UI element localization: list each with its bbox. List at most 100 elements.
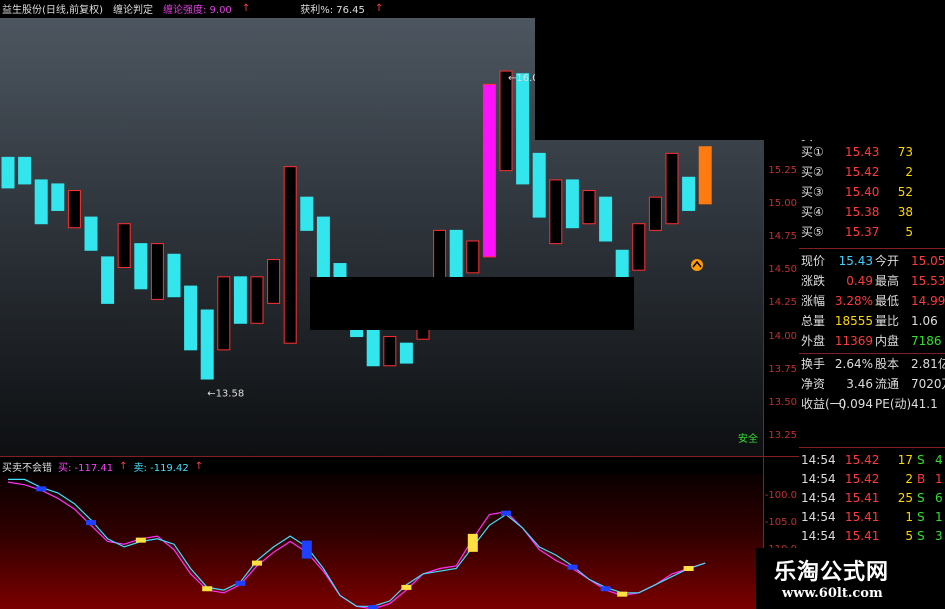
- stock-title[interactable]: 益生股份(日线,前复权): [2, 1, 103, 16]
- up-arrow-icon: ↑: [241, 3, 251, 14]
- candle-down[interactable]: [565, 179, 579, 229]
- candle-down[interactable]: [532, 152, 546, 218]
- candle-down[interactable]: [682, 176, 696, 211]
- stat-row: 涨跌 0.49 最高 15.53: [799, 271, 945, 291]
- candle-up[interactable]: [383, 336, 397, 367]
- trade-row[interactable]: 14:54 15.41 5 S 3: [799, 527, 945, 546]
- candle-up[interactable]: [67, 190, 81, 229]
- signal-block[interactable]: [202, 586, 213, 592]
- candle-down[interactable]: [233, 276, 247, 324]
- indicator-svg[interactable]: [0, 474, 763, 609]
- signal-block[interactable]: [467, 533, 478, 552]
- signal-block[interactable]: [36, 486, 47, 492]
- candle-up[interactable]: [632, 223, 646, 271]
- candle-up[interactable]: [267, 259, 281, 304]
- candle-up[interactable]: [466, 240, 480, 274]
- candle-down[interactable]: [34, 179, 48, 225]
- candle-down[interactable]: [200, 309, 214, 380]
- trade-side: B: [917, 472, 926, 486]
- signal-block[interactable]: [86, 520, 96, 526]
- stat-row: 总量 18555 量比 1.06: [799, 311, 945, 331]
- candle-down[interactable]: [300, 196, 314, 231]
- candle-up[interactable]: [217, 276, 231, 351]
- stat-label: 总量: [801, 314, 826, 328]
- indicator-chart[interactable]: [0, 474, 763, 609]
- stat-row: 净资 3.46流通 7020万: [799, 374, 945, 394]
- trade-row[interactable]: 14:54 15.41 1 S 1: [799, 508, 945, 527]
- stat-value: 14.99: [911, 294, 945, 308]
- signal-block[interactable]: [235, 580, 246, 586]
- price-tick: 14.50: [768, 264, 797, 276]
- stat-value: 7020万: [911, 377, 945, 391]
- candle-up[interactable]: [549, 179, 563, 245]
- signal-block[interactable]: [617, 591, 628, 597]
- trade-extra: 1: [935, 472, 943, 486]
- signal-block[interactable]: [567, 564, 578, 570]
- trade-price: 15.41: [845, 529, 880, 543]
- candle-down[interactable]: [18, 156, 32, 185]
- trade-extra: 3: [935, 529, 943, 543]
- trade-time: 14:54: [801, 529, 836, 543]
- low-label: ←13.58: [207, 388, 244, 399]
- candle-down[interactable]: [399, 342, 413, 364]
- stat-row: 现价 15.43 今开 15.05: [799, 251, 945, 271]
- bid-volume: 2: [905, 165, 913, 179]
- candle-down[interactable]: [84, 216, 98, 251]
- candle-up[interactable]: [482, 83, 496, 258]
- bid-row[interactable]: 买② 15.42 2: [799, 162, 945, 182]
- candle-down[interactable]: [51, 183, 65, 211]
- bid-label: 买①: [801, 145, 824, 159]
- bid-label: 买⑤: [801, 225, 824, 239]
- signal-block[interactable]: [135, 537, 146, 543]
- candle-down[interactable]: [184, 285, 198, 351]
- signal-block[interactable]: [401, 584, 412, 590]
- candle-down[interactable]: [134, 243, 148, 290]
- candle-up[interactable]: [250, 276, 264, 324]
- candle-up[interactable]: [648, 196, 662, 231]
- candle-down[interactable]: [1, 156, 15, 189]
- trade-side: S: [917, 491, 925, 505]
- candle-up[interactable]: [582, 190, 596, 225]
- stat-label: 净资: [801, 377, 826, 391]
- candle-up[interactable]: [665, 152, 679, 225]
- bid-row[interactable]: 买④ 15.38 38: [799, 202, 945, 222]
- bid-row[interactable]: 买① 15.43 73: [799, 142, 945, 162]
- candle-down[interactable]: [599, 196, 613, 242]
- stat-value: 1.06: [911, 314, 938, 328]
- bid-label: 买②: [801, 165, 824, 179]
- candle-down[interactable]: [516, 73, 530, 185]
- signal-block[interactable]: [683, 566, 694, 571]
- trade-row[interactable]: 14:54 15.41 25 S 6: [799, 489, 945, 508]
- stat-label: 流通: [875, 377, 900, 391]
- candle-up[interactable]: [117, 223, 131, 269]
- redaction-box: [535, 0, 945, 140]
- candle-up[interactable]: [150, 243, 164, 300]
- signal-block[interactable]: [252, 560, 262, 566]
- trade-row[interactable]: 14:54 15.42 2 B 1: [799, 470, 945, 489]
- candle-up[interactable]: [698, 146, 712, 205]
- trade-side: S: [917, 453, 925, 467]
- divider: [799, 447, 945, 448]
- trade-price: 15.41: [845, 491, 880, 505]
- price-tick: 13.25: [768, 430, 797, 442]
- stat-value: 3.28%: [834, 294, 873, 308]
- watermark-name: 乐淘公式网: [774, 560, 890, 585]
- trade-time: 14:54: [801, 453, 836, 467]
- signal-block[interactable]: [600, 586, 611, 592]
- bid-row[interactable]: 买③ 15.40 52: [799, 182, 945, 202]
- candle-down[interactable]: [101, 256, 115, 304]
- signal-block[interactable]: [501, 510, 511, 516]
- subchart-name[interactable]: 买卖不会错: [2, 459, 52, 474]
- signal-block[interactable]: [301, 540, 312, 559]
- candle-up[interactable]: [499, 70, 513, 172]
- signal-block[interactable]: [368, 605, 379, 609]
- indicator-name[interactable]: 缠论判定: [113, 1, 153, 16]
- trade-row[interactable]: 14:54 15.42 17 S 4: [799, 451, 945, 470]
- bid-row[interactable]: 买⑤ 15.37 5: [799, 222, 945, 242]
- stat-value: 0.094: [838, 397, 873, 411]
- trade-volume: 25: [897, 491, 913, 505]
- candle-down[interactable]: [316, 216, 330, 278]
- buy-label: 买: -117.41: [58, 462, 114, 474]
- candle-down[interactable]: [167, 253, 181, 298]
- candle-up[interactable]: [283, 166, 297, 344]
